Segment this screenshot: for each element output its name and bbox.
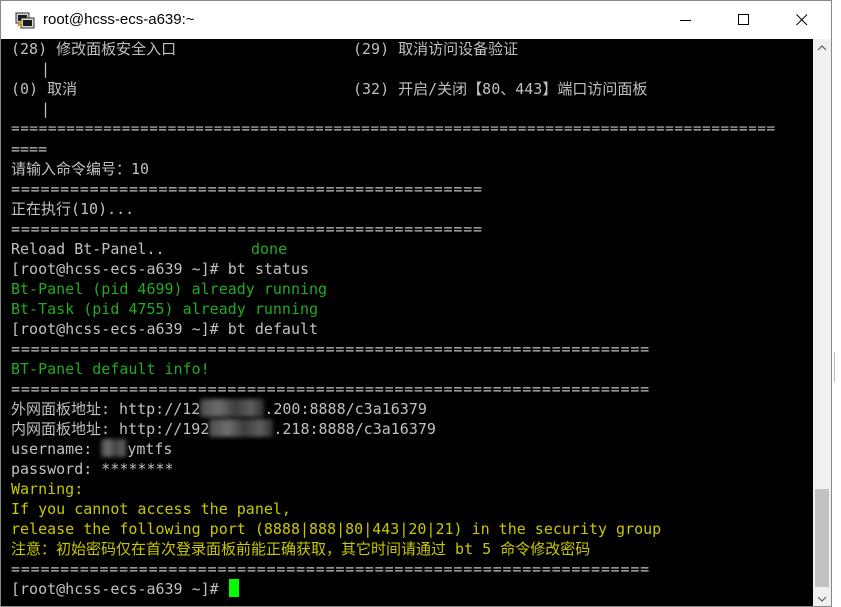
minimize-icon (680, 20, 691, 21)
terminal-line: | (41, 100, 51, 118)
terminal-line: release the following port (8888|888|80|… (11, 520, 662, 538)
terminal-line: BT-Panel default info! (11, 360, 210, 378)
terminal-line: (28) 修改面板安全入口 (11, 40, 177, 58)
scroll-down-button[interactable] (813, 590, 831, 606)
terminal-line: password: ******** (11, 460, 174, 478)
chevron-up-icon (817, 45, 827, 51)
terminal-output[interactable]: (28) 修改面板安全入口 (29) 取消访问设备验证 | (0) 取消 (32… (1, 39, 813, 606)
terminal-line: ==== (11, 140, 48, 158)
terminal-line: ========================================… (11, 380, 650, 398)
terminal-line: Bt-Task (pid 4755) already running (11, 300, 319, 318)
terminal-line: username: ymtfs (11, 439, 173, 458)
terminal-cursor (228, 579, 239, 597)
maximize-button[interactable] (715, 1, 773, 39)
terminal-line: ========================================… (11, 180, 483, 198)
terminal-window: root@hcss-ecs-a639:~ (28) 修改面板安全入口 (29) … (0, 0, 832, 607)
terminal-line: (0) 取消 (11, 80, 78, 98)
scroll-up-button[interactable] (813, 39, 831, 57)
redacted-ip (209, 419, 274, 437)
close-button[interactable] (773, 1, 831, 39)
terminal-line: 正在执行(10)... (11, 200, 135, 218)
title-bar[interactable]: root@hcss-ecs-a639:~ (1, 1, 831, 39)
terminal-line: 请输入命令编号：10 (11, 160, 150, 178)
background-window-edge (832, 0, 841, 607)
terminal-line: done (251, 240, 288, 258)
terminal-line: ========================================… (11, 560, 650, 578)
terminal-line: [root@hcss-ecs-a639 ~]# (11, 579, 239, 599)
close-icon (796, 14, 808, 26)
maximize-icon (738, 14, 749, 25)
terminal-line: Bt-Panel (pid 4699) already running (11, 280, 328, 298)
redacted-username (101, 439, 128, 457)
terminal-line: (29) 取消访问设备验证 (353, 40, 519, 58)
minimize-button[interactable] (657, 1, 715, 39)
putty-terminal-icon[interactable] (15, 10, 35, 30)
terminal-line: [root@hcss-ecs-a639 ~]# bt status (11, 260, 310, 278)
terminal-line: 外网面板地址: http://12.200:8888/c3a16379 (11, 399, 427, 418)
chevron-down-icon (817, 596, 827, 602)
terminal-line: Warning: (11, 480, 84, 498)
redacted-ip (200, 399, 265, 417)
terminal-line: ========================================… (11, 340, 650, 358)
terminal-line: | (41, 60, 51, 78)
scrollbar-thumb[interactable] (815, 489, 829, 587)
terminal-line: 注意：初始密码仅在首次登录面板前能正确获取，其它时间请通过 bt 5 命令修改密… (11, 540, 591, 558)
terminal-line: 内网面板地址: http://192.218:8888/c3a16379 (11, 419, 436, 438)
terminal-line: ========================================… (11, 220, 483, 238)
terminal-line: ========================================… (11, 121, 776, 137)
window-title: root@hcss-ecs-a639:~ (43, 11, 195, 28)
terminal-line: (32) 开启/关闭【80、443】端口访问面板 (353, 80, 648, 98)
vertical-scrollbar[interactable] (813, 39, 831, 606)
terminal-line: [root@hcss-ecs-a639 ~]# bt default (11, 320, 319, 338)
background-divider (834, 352, 841, 382)
terminal-line: Reload Bt-Panel.. (11, 240, 165, 258)
terminal-line: If you cannot access the panel, (11, 500, 291, 518)
